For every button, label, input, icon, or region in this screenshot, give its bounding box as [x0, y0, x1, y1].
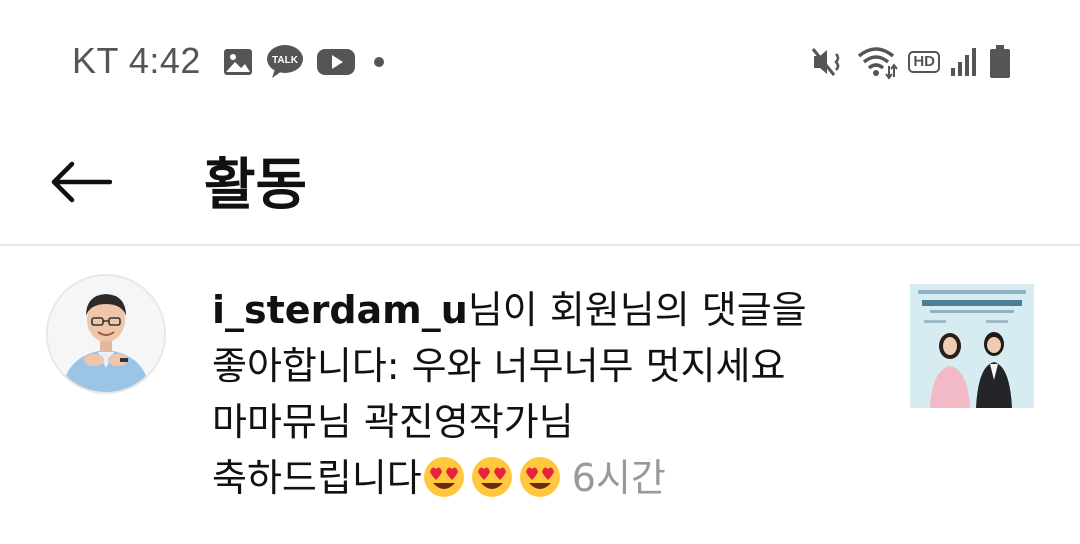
signal-icon — [951, 48, 976, 76]
activity-text-line4: 축하드립니다 — [212, 456, 422, 500]
battery-icon — [990, 45, 1010, 78]
mute-vibrate-icon — [812, 48, 840, 76]
post-thumbnail-image — [910, 284, 1034, 408]
heart-eyes-emoji-icon — [471, 457, 512, 497]
username-link[interactable]: i_sterdam_u — [212, 288, 468, 332]
time-ago: 6시간 — [571, 456, 666, 500]
kakaotalk-icon: TALK — [267, 45, 303, 78]
back-button[interactable] — [40, 152, 120, 212]
dot-icon — [374, 57, 384, 67]
activity-text-line1: 님이 회원님의 댓글을 — [467, 288, 807, 332]
page-title: 활동 — [204, 153, 308, 218]
wifi-icon — [858, 47, 899, 80]
app-bar: 활동 — [0, 120, 1080, 244]
avatar-image — [48, 276, 164, 392]
activity-item[interactable]: i_sterdam_u님이 회원님의 댓글을 좋아합니다: 우와 너무너무 멋지… — [0, 246, 1080, 544]
talk-label: TALK — [272, 55, 299, 66]
notification-icons: TALK — [222, 42, 390, 82]
post-thumbnail[interactable] — [910, 284, 1034, 408]
heart-eyes-emoji-icon — [423, 457, 464, 497]
youtube-icon — [317, 49, 355, 75]
activity-text: i_sterdam_u님이 회원님의 댓글을 좋아합니다: 우와 너무너무 멋지… — [212, 282, 852, 506]
status-bar: KT 4:42 TALK HD — [0, 0, 1080, 120]
heart-eyes-emoji-icon — [519, 457, 560, 497]
carrier-time: KT 4:42 — [72, 40, 201, 81]
avatar[interactable] — [46, 274, 166, 394]
arrow-left-icon — [51, 161, 112, 203]
activity-text-line2: 좋아합니다: 우와 너무너무 멋지세요 — [212, 344, 786, 388]
hd-voice-icon: HD — [908, 51, 940, 73]
system-icons: HD — [810, 40, 1012, 84]
activity-text-line3: 마마뮤님 곽진영작가님 — [212, 400, 574, 444]
image-icon — [224, 49, 252, 75]
